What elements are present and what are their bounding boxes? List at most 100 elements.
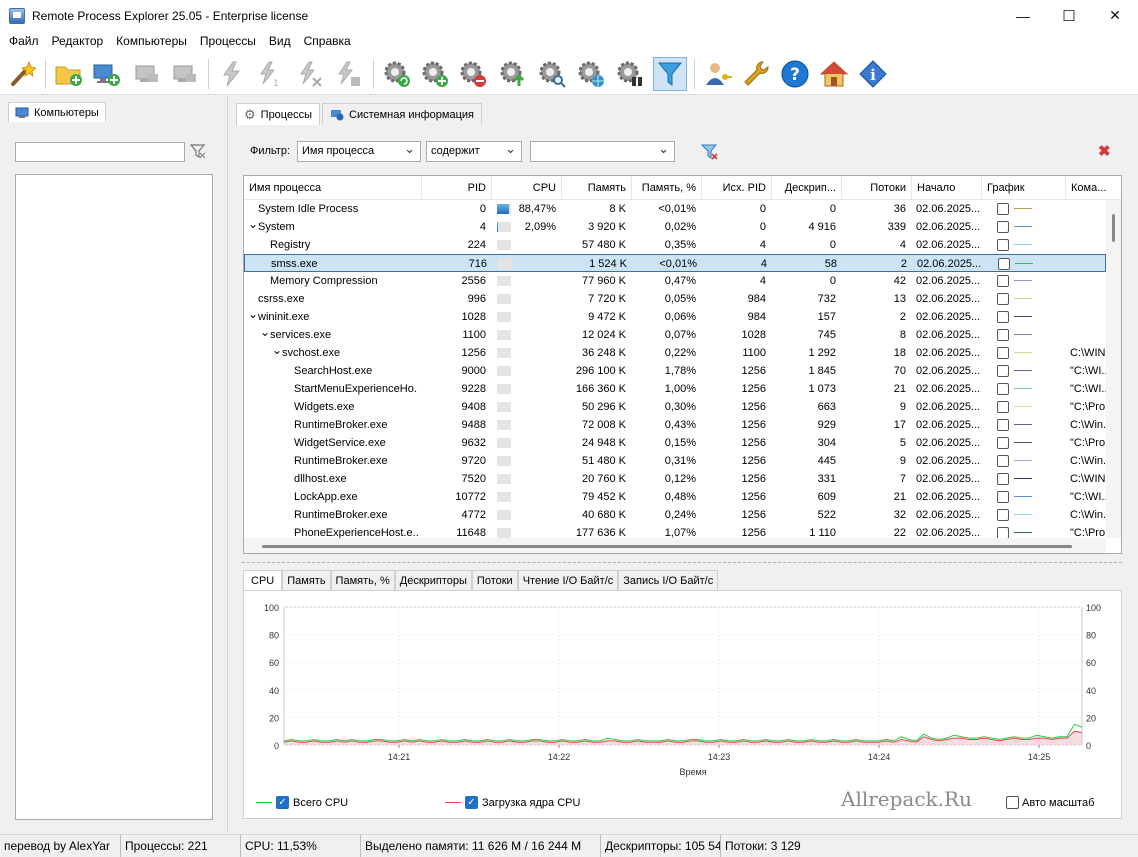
graph-checkbox[interactable] — [997, 455, 1009, 467]
help-icon[interactable]: ? — [778, 57, 812, 91]
menu-file[interactable]: Файл — [3, 31, 46, 51]
col-cpu[interactable]: CPU — [492, 176, 562, 200]
graph-checkbox[interactable] — [997, 383, 1009, 395]
legend-total-checkbox[interactable]: ✓ — [276, 796, 289, 809]
gear-refresh-icon[interactable] — [380, 57, 414, 91]
close-button[interactable]: ✕ — [1092, 0, 1138, 31]
add-folder-icon[interactable] — [52, 57, 86, 91]
tab-chart-cpu[interactable]: CPU — [243, 570, 283, 590]
graph-checkbox[interactable] — [997, 221, 1009, 233]
graph-checkbox[interactable] — [997, 437, 1009, 449]
computer-disabled-icon[interactable] — [130, 57, 164, 91]
graph-checkbox[interactable] — [997, 239, 1009, 251]
graph-checkbox[interactable] — [997, 419, 1009, 431]
graph-checkbox[interactable] — [997, 401, 1009, 413]
vertical-scroll-thumb[interactable] — [1112, 214, 1115, 242]
table-row[interactable]: dllhost.exe 7520 20 760 K 0,12% 1256 331 7 02.0… — [244, 470, 1106, 488]
table-row[interactable]: RuntimeBroker.exe 9488 72 008 K 0,43% 1256 92… — [244, 416, 1106, 434]
expand-chevron-icon[interactable]: ⌄ — [272, 341, 282, 359]
gear-remove-icon[interactable] — [456, 57, 490, 91]
table-row[interactable]: System Idle Process 0 88,47% 8 K <0,01% 0 0 36 0… — [244, 200, 1106, 218]
table-row[interactable]: Widgets.exe 9408 50 296 K 0,30% 1256 663 9 02.0… — [244, 398, 1106, 416]
menu-view[interactable]: Вид — [263, 31, 298, 51]
tab-chart-memory-pct[interactable]: Память, % — [330, 570, 395, 590]
info-icon[interactable]: i — [856, 57, 890, 91]
tab-processes[interactable]: ⚙ Процессы — [236, 103, 320, 125]
graph-checkbox[interactable] — [997, 473, 1009, 485]
computer-search-input[interactable] — [15, 142, 185, 162]
table-row[interactable]: ⌄ svchost.exe 1256 36 248 K 0,22% 1100 1 292 18… — [244, 341, 1106, 362]
table-row[interactable]: Memory Compression 2556 77 960 K 0,47% 4 0 42 0… — [244, 272, 1106, 290]
table-row[interactable]: Registry 224 57 480 K 0,35% 4 0 4 02.06.2025... — [244, 236, 1106, 254]
graph-checkbox[interactable] — [997, 203, 1009, 215]
table-row[interactable]: ⌄ services.exe 1100 12 024 K 0,07% 1028 745 8 02… — [244, 323, 1106, 344]
graph-checkbox[interactable] — [997, 311, 1009, 323]
legend-kernel-checkbox[interactable]: ✓ — [465, 796, 478, 809]
col-command[interactable]: Кома... — [1066, 176, 1121, 200]
run-disabled-icon-4[interactable] — [331, 57, 365, 91]
horizontal-scroll-thumb[interactable] — [262, 545, 1072, 548]
gear-up-icon[interactable] — [496, 57, 530, 91]
graph-checkbox[interactable] — [997, 365, 1009, 377]
col-parent-pid[interactable]: Исх. PID — [702, 176, 772, 200]
table-row[interactable]: SearchHost.exe 9000 296 100 K 1,78% 1256 1 84… — [244, 362, 1106, 380]
menu-edit[interactable]: Редактор — [46, 31, 111, 51]
graph-checkbox[interactable] — [997, 509, 1009, 521]
filter-condition-select[interactable]: содержит — [426, 139, 522, 162]
run-disabled-icon-3[interactable] — [293, 57, 327, 91]
run-disabled-icon[interactable] — [215, 57, 249, 91]
gear-globe-icon[interactable] — [574, 57, 608, 91]
col-pid[interactable]: PID — [422, 176, 492, 200]
tab-system-info[interactable]: Системная информация — [322, 103, 482, 125]
expand-chevron-icon[interactable]: ⌄ — [260, 323, 270, 341]
table-row[interactable]: WidgetService.exe 9632 24 948 K 0,15% 1256 30… — [244, 434, 1106, 452]
col-graph[interactable]: График — [982, 176, 1066, 200]
tab-chart-handles[interactable]: Дескрипторы — [394, 570, 472, 590]
tab-computers[interactable]: Компьютеры — [8, 102, 106, 122]
horizontal-scrollbar[interactable] — [244, 538, 1106, 553]
auto-scale-checkbox[interactable] — [1006, 796, 1019, 809]
graph-checkbox[interactable] — [997, 491, 1009, 503]
col-name[interactable]: Имя процесса — [244, 176, 422, 200]
user-key-icon[interactable] — [701, 57, 735, 91]
table-row[interactable]: RuntimeBroker.exe 4772 40 680 K 0,24% 1256 52… — [244, 506, 1106, 524]
filter-value-input[interactable] — [530, 139, 675, 162]
maximize-button[interactable]: ☐ — [1046, 0, 1092, 31]
run-disabled-icon-2[interactable]: 1 — [253, 57, 287, 91]
table-row[interactable]: smss.exe 716 1 524 K <0,01% 4 58 2 02.06.2025..… — [244, 254, 1106, 272]
expand-chevron-icon[interactable]: ⌄ — [248, 305, 258, 323]
table-row[interactable]: RuntimeBroker.exe 9720 51 480 K 0,31% 1256 44… — [244, 452, 1106, 470]
menu-processes[interactable]: Процессы — [194, 31, 263, 51]
clear-filter-button[interactable] — [700, 143, 719, 164]
table-row[interactable]: csrss.exe 996 7 720 K 0,05% 984 732 13 02.06.20… — [244, 290, 1106, 308]
expand-chevron-icon[interactable]: ⌄ — [248, 215, 258, 233]
col-start[interactable]: Начало — [912, 176, 982, 200]
computer-disabled-icon-2[interactable] — [168, 57, 202, 91]
table-row[interactable]: ⌄ System 4 2,09% 3 920 K 0,02% 0 4 916 339 02.06.… — [244, 215, 1106, 236]
gear-binoculars-icon[interactable] — [613, 57, 647, 91]
table-row[interactable]: ⌄ wininit.exe 1028 9 472 K 0,06% 984 157 2 02.06… — [244, 305, 1106, 326]
tab-chart-memory[interactable]: Память — [282, 570, 331, 590]
splitter[interactable] — [242, 562, 1122, 563]
graph-checkbox[interactable] — [997, 329, 1009, 341]
filter-field-select[interactable]: Имя процесса — [297, 139, 421, 162]
col-threads[interactable]: Потоки — [842, 176, 912, 200]
add-computer-icon[interactable] — [90, 57, 124, 91]
graph-checkbox[interactable] — [998, 258, 1010, 270]
graph-checkbox[interactable] — [997, 275, 1009, 287]
close-filter-icon[interactable]: ✖ — [1098, 142, 1111, 160]
col-handles[interactable]: Дескрип... — [772, 176, 842, 200]
clear-filter-icon[interactable] — [189, 143, 206, 162]
tab-chart-io-write[interactable]: Запись I/O Байт/с — [618, 570, 719, 590]
wizard-icon[interactable] — [5, 57, 39, 91]
tab-chart-threads[interactable]: Потоки — [471, 570, 518, 590]
table-row[interactable]: LockApp.exe 10772 79 452 K 0,48% 1256 609 21 02… — [244, 488, 1106, 506]
graph-checkbox[interactable] — [997, 347, 1009, 359]
gear-add-icon[interactable] — [418, 57, 452, 91]
wrench-icon[interactable] — [739, 57, 773, 91]
col-memory-pct[interactable]: Память, % — [632, 176, 702, 200]
menu-computers[interactable]: Компьютеры — [110, 31, 194, 51]
menu-help[interactable]: Справка — [298, 31, 358, 51]
tab-chart-io-read[interactable]: Чтение I/O Байт/с — [517, 570, 619, 590]
table-row[interactable]: StartMenuExperienceHo... 9228 166 360 K 1,0… — [244, 380, 1106, 398]
